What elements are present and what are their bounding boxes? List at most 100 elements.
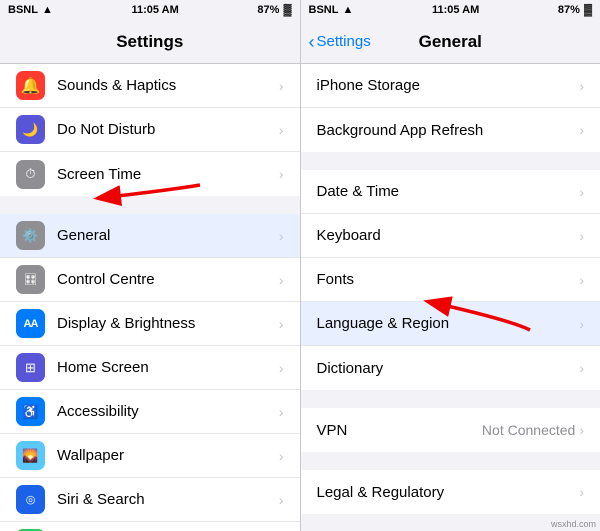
- left-battery-icon: ▓: [283, 4, 291, 16]
- dnd-label: Do Not Disturb: [57, 121, 279, 138]
- general-row[interactable]: ⚙️ General ›: [0, 214, 300, 258]
- watermark: wsxhd.com: [551, 519, 596, 529]
- back-chevron-icon: ‹: [309, 33, 315, 51]
- right-panel: BSNL ▲ 11:05 AM 87% ▓ ‹ Settings General…: [301, 0, 600, 531]
- wallpaper-icon: 🌄: [16, 441, 45, 470]
- home-screen-label: Home Screen: [57, 359, 279, 376]
- home-screen-icon: ⊞: [16, 353, 45, 382]
- right-battery-icon: ▓: [584, 4, 592, 16]
- chevron-icon: ›: [279, 122, 284, 138]
- sounds-icon: 🔔: [16, 71, 45, 100]
- siri-label: Siri & Search: [57, 491, 279, 508]
- left-section-1: 🔔 Sounds & Haptics › 🌙 Do Not Disturb › …: [0, 64, 300, 196]
- display-icon: AA: [16, 309, 45, 338]
- sounds-label: Sounds & Haptics: [57, 77, 279, 94]
- list-item[interactable]: 👆 Touch ID & Passcode ›: [0, 522, 300, 531]
- language-region-label: Language & Region: [317, 315, 580, 332]
- keyboard-label: Keyboard: [317, 227, 580, 244]
- list-item[interactable]: ◎ Siri & Search ›: [0, 478, 300, 522]
- right-wifi-icon: ▲: [342, 4, 353, 16]
- vpn-row[interactable]: VPN Not Connected ›: [301, 408, 600, 452]
- chevron-icon: ›: [579, 316, 584, 332]
- list-item[interactable]: Dictionary ›: [301, 346, 600, 390]
- siri-icon: ◎: [16, 485, 45, 514]
- list-item[interactable]: ⊞ Home Screen ›: [0, 346, 300, 390]
- display-label: Display & Brightness: [57, 315, 279, 332]
- language-region-row[interactable]: Language & Region ›: [301, 302, 600, 346]
- vpn-label: VPN: [317, 422, 482, 439]
- chevron-icon: ›: [579, 78, 584, 94]
- back-button[interactable]: ‹ Settings: [309, 33, 371, 51]
- back-label: Settings: [317, 33, 371, 50]
- chevron-icon: ›: [279, 316, 284, 332]
- chevron-icon: ›: [579, 360, 584, 376]
- chevron-icon: ›: [279, 272, 284, 288]
- left-status-bar: BSNL ▲ 11:05 AM 87% ▓: [0, 0, 300, 20]
- legal-row[interactable]: Legal & Regulatory ›: [301, 470, 600, 514]
- list-item[interactable]: Keyboard ›: [301, 214, 600, 258]
- chevron-icon: ›: [579, 272, 584, 288]
- chevron-icon: ›: [279, 448, 284, 464]
- general-icon: ⚙️: [16, 221, 45, 250]
- list-item[interactable]: Fonts ›: [301, 258, 600, 302]
- dictionary-label: Dictionary: [317, 360, 580, 377]
- right-status-bar: BSNL ▲ 11:05 AM 87% ▓: [301, 0, 600, 20]
- right-time: 11:05 AM: [432, 4, 479, 16]
- right-section-legal: Legal & Regulatory ›: [301, 470, 600, 514]
- right-section-vpn: VPN Not Connected ›: [301, 408, 600, 452]
- list-item[interactable]: Background App Refresh ›: [301, 108, 600, 152]
- general-label: General: [57, 227, 279, 244]
- chevron-icon: ›: [579, 484, 584, 500]
- right-status-left: BSNL ▲: [309, 4, 354, 16]
- vpn-value: Not Connected: [482, 422, 575, 438]
- right-section-2: Date & Time › Keyboard › Fonts › Languag…: [301, 170, 600, 390]
- left-carrier: BSNL: [8, 4, 38, 16]
- chevron-icon: ›: [279, 166, 284, 182]
- left-wifi-icon: ▲: [42, 4, 53, 16]
- control-centre-label: Control Centre: [57, 271, 279, 288]
- chevron-icon: ›: [279, 360, 284, 376]
- list-item[interactable]: 🎛 Control Centre ›: [0, 258, 300, 302]
- chevron-icon: ›: [579, 184, 584, 200]
- list-item[interactable]: 🌙 Do Not Disturb ›: [0, 108, 300, 152]
- chevron-icon: ›: [279, 404, 284, 420]
- list-item[interactable]: iPhone Storage ›: [301, 64, 600, 108]
- left-status-left: BSNL ▲: [8, 4, 53, 16]
- chevron-icon: ›: [279, 492, 284, 508]
- legal-label: Legal & Regulatory: [317, 484, 580, 501]
- list-item[interactable]: ⏱ Screen Time ›: [0, 152, 300, 196]
- wallpaper-label: Wallpaper: [57, 447, 279, 464]
- control-centre-icon: 🎛: [16, 265, 45, 294]
- chevron-icon: ›: [279, 78, 284, 94]
- background-app-label: Background App Refresh: [317, 122, 580, 139]
- accessibility-label: Accessibility: [57, 403, 279, 420]
- accessibility-row[interactable]: ♿ Accessibility ›: [0, 390, 300, 434]
- dnd-icon: 🌙: [16, 115, 45, 144]
- left-time: 11:05 AM: [131, 4, 178, 16]
- left-nav-title: Settings: [116, 32, 183, 52]
- right-nav-title: General: [419, 32, 482, 52]
- right-section-1: iPhone Storage › Background App Refresh …: [301, 64, 600, 152]
- fonts-label: Fonts: [317, 271, 580, 288]
- chevron-icon: ›: [279, 228, 284, 244]
- right-status-right: 87% ▓: [558, 4, 592, 16]
- right-battery-pct: 87%: [558, 4, 580, 16]
- left-panel: BSNL ▲ 11:05 AM 87% ▓ Settings 🔔 Sounds …: [0, 0, 301, 531]
- list-item[interactable]: AA Display & Brightness ›: [0, 302, 300, 346]
- accessibility-icon: ♿: [16, 397, 45, 426]
- left-status-right: 87% ▓: [257, 4, 291, 16]
- list-item[interactable]: 🔔 Sounds & Haptics ›: [0, 64, 300, 108]
- right-carrier: BSNL: [309, 4, 339, 16]
- list-item[interactable]: 🌄 Wallpaper ›: [0, 434, 300, 478]
- date-time-label: Date & Time: [317, 183, 580, 200]
- iphone-storage-label: iPhone Storage: [317, 77, 580, 94]
- screen-time-icon: ⏱: [16, 160, 45, 189]
- left-settings-list[interactable]: 🔔 Sounds & Haptics › 🌙 Do Not Disturb › …: [0, 64, 300, 531]
- left-section-2: ⚙️ General › 🎛 Control Centre › AA Displ…: [0, 214, 300, 531]
- chevron-icon: ›: [579, 422, 584, 438]
- left-battery-pct: 87%: [257, 4, 279, 16]
- right-nav-bar: ‹ Settings General: [301, 20, 600, 64]
- left-nav-bar: Settings: [0, 20, 300, 64]
- list-item[interactable]: Date & Time ›: [301, 170, 600, 214]
- right-settings-list[interactable]: iPhone Storage › Background App Refresh …: [301, 64, 600, 531]
